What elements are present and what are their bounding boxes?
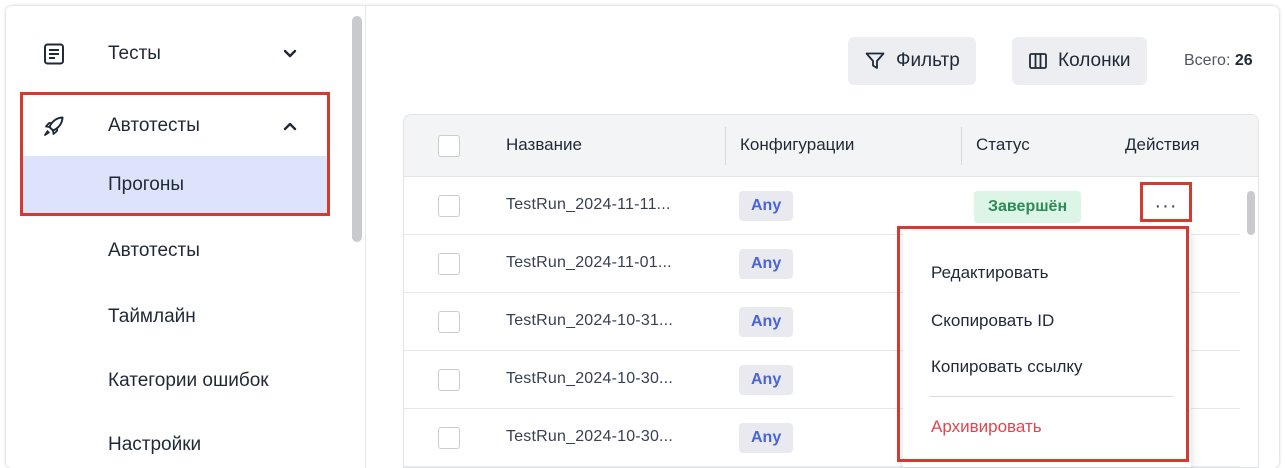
filter-button-label: Фильтр <box>896 50 960 71</box>
sidebar-item-label: Таймлайн <box>108 306 196 327</box>
status-badge: Завершён <box>974 191 1082 223</box>
total-label: Всего: <box>1184 52 1231 69</box>
table-row[interactable]: TestRun_2024-11-11... Any Завершён ··· <box>404 177 1240 235</box>
filter-button[interactable]: Фильтр <box>848 37 976 85</box>
columns-button[interactable]: Колонки <box>1012 37 1147 85</box>
sidebar-item-runs[interactable]: Прогоны <box>20 156 330 214</box>
column-header-status[interactable]: Статус <box>976 135 1030 155</box>
chevron-up-icon[interactable] <box>282 118 298 134</box>
sidebar-item-timeline[interactable]: Таймлайн <box>20 288 330 346</box>
sidebar-group-tests[interactable]: Тесты <box>20 24 330 84</box>
config-chip: Any <box>739 249 794 279</box>
menu-item-copy-id[interactable]: Скопировать ID <box>931 311 1054 331</box>
app-window: Тесты Автотесты Прогоны Автотесты Таймла… <box>6 6 1279 468</box>
sidebar-item-label: Настройки <box>108 434 202 455</box>
more-horizontal-icon: ··· <box>1154 194 1178 217</box>
sidebar-item-label: Автотесты <box>108 240 200 261</box>
row-checkbox[interactable] <box>438 427 460 449</box>
run-name[interactable]: TestRun_2024-11-01... <box>506 254 672 272</box>
document-list-icon <box>44 43 64 65</box>
sidebar-item-error-categories[interactable]: Категории ошибок <box>20 352 330 410</box>
sidebar-item-label: Категории ошибок <box>108 370 269 391</box>
config-chip: Any <box>739 307 794 337</box>
run-name[interactable]: TestRun_2024-10-30... <box>506 370 673 388</box>
sidebar-item-autotests[interactable]: Автотесты <box>20 222 330 280</box>
row-checkbox[interactable] <box>438 311 460 333</box>
sidebar-group-label: Тесты <box>108 43 161 64</box>
menu-item-archive[interactable]: Архивировать <box>931 417 1042 437</box>
total-count: Всего: 26 <box>1184 52 1253 70</box>
columns-button-label: Колонки <box>1058 50 1131 71</box>
table-scrollbar[interactable] <box>1247 191 1255 235</box>
row-checkbox[interactable] <box>438 369 460 391</box>
sidebar-group-label: Автотесты <box>108 115 200 136</box>
total-value: 26 <box>1234 52 1253 69</box>
row-checkbox[interactable] <box>438 195 460 217</box>
column-header-actions: Действия <box>1125 135 1200 154</box>
menu-divider <box>929 396 1173 397</box>
column-header-name[interactable]: Название <box>506 135 582 155</box>
run-name[interactable]: TestRun_2024-10-31... <box>506 312 673 330</box>
row-checkbox[interactable] <box>438 253 460 275</box>
run-name[interactable]: TestRun_2024-11-11... <box>506 196 671 214</box>
menu-item-edit[interactable]: Редактировать <box>931 263 1048 283</box>
config-chip: Any <box>739 423 794 453</box>
column-divider <box>725 127 726 165</box>
row-actions-menu: Редактировать Скопировать ID Копировать … <box>903 231 1191 467</box>
run-name[interactable]: TestRun_2024-10-30... <box>506 428 673 446</box>
columns-icon <box>1029 53 1047 69</box>
sidebar-scrollbar[interactable] <box>352 16 362 242</box>
chevron-down-icon[interactable] <box>282 46 298 62</box>
config-chip: Any <box>739 191 794 221</box>
column-divider <box>961 127 962 165</box>
sidebar-item-settings[interactable]: Настройки <box>20 416 330 468</box>
table-header: Название Конфигурации Статус Действия <box>404 115 1258 177</box>
menu-item-copy-link[interactable]: Копировать ссылку <box>931 357 1083 377</box>
sidebar-item-label: Прогоны <box>108 174 185 195</box>
config-chip: Any <box>739 365 794 395</box>
filter-icon <box>865 52 885 69</box>
select-all-checkbox[interactable] <box>438 135 460 157</box>
sidebar-group-autotests[interactable]: Автотесты <box>20 96 330 156</box>
sidebar: Тесты Автотесты Прогоны Автотесты Таймла… <box>6 6 366 468</box>
row-actions-button[interactable]: ··· <box>1144 189 1188 223</box>
column-header-configurations[interactable]: Конфигурации <box>740 135 854 155</box>
rocket-icon <box>44 116 64 136</box>
